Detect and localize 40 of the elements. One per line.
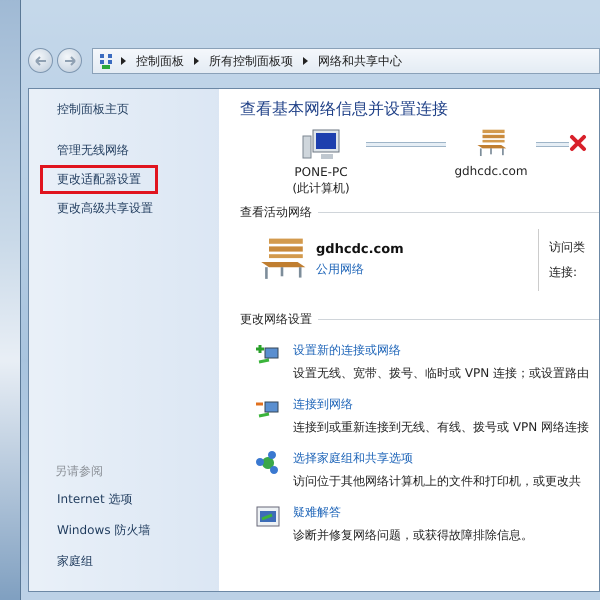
network-type-link[interactable]: 公用网络 [316,261,538,278]
task-link[interactable]: 设置新的连接或网络 [293,342,590,359]
breadcrumb[interactable]: 所有控制面板项 [207,52,295,70]
sidebar-link[interactable]: 家庭组 [40,546,110,577]
task-link[interactable]: 连接到网络 [293,396,590,413]
task-link[interactable]: 疑难解答 [293,504,533,521]
back-arrow-icon [34,56,46,66]
task-description: 访问位于其他网络计算机上的文件和打印机，或更改共 [293,473,581,490]
section-heading: 查看活动网络 [240,204,312,221]
forward-button[interactable] [57,48,82,73]
section-heading: 更改网络设置 [240,311,312,328]
sidebar-link[interactable]: 控制面板主页 [40,95,146,124]
network-detail-label: 访问类 [549,239,585,256]
network-center-icon [99,53,113,69]
task-description: 连接到或重新连接到无线、有线、拨号或 VPN 网络连接 [293,419,590,436]
task-link[interactable]: 选择家庭组和共享选项 [293,450,581,467]
sidebar-link[interactable]: Internet 选项 [40,484,150,515]
sidebar-link[interactable]: 更改高级共享设置 [40,194,170,223]
network-name: gdhcdc.com [454,162,528,179]
see-also-heading: 另请参阅 [55,463,104,480]
network-detail-label: 连接: [549,264,578,281]
task-description: 设置无线、宽带、拨号、临时或 VPN 连接；或设置路由 [293,365,590,382]
breadcrumb-arrow-icon [194,57,199,65]
breadcrumb-arrow-icon [121,57,126,65]
back-button[interactable] [28,48,53,73]
sidebar-link[interactable]: 管理无线网络 [40,136,146,165]
highlighted-sidebar-link[interactable]: 更改适配器设置 [40,165,158,194]
homegroup-icon [255,450,281,476]
sidebar-link[interactable]: Windows 防火墙 [40,515,168,546]
address-bar[interactable]: 控制面板 所有控制面板项 网络和共享中心 [92,48,600,74]
computer-note: (此计算机) [292,180,350,196]
breadcrumb-arrow-icon [303,57,308,65]
disconnected-icon [569,134,587,152]
page-title: 查看基本网络信息并设置连接 [240,99,449,120]
computer-name: PONE-PC [294,164,348,180]
breadcrumb[interactable]: 网络和共享中心 [316,52,404,70]
network-name: gdhcdc.com [316,242,405,257]
task-description: 诊断并修复网络问题，或获得故障排除信息。 [293,527,533,544]
forward-arrow-icon [64,56,76,66]
breadcrumb[interactable]: 控制面板 [134,52,186,70]
